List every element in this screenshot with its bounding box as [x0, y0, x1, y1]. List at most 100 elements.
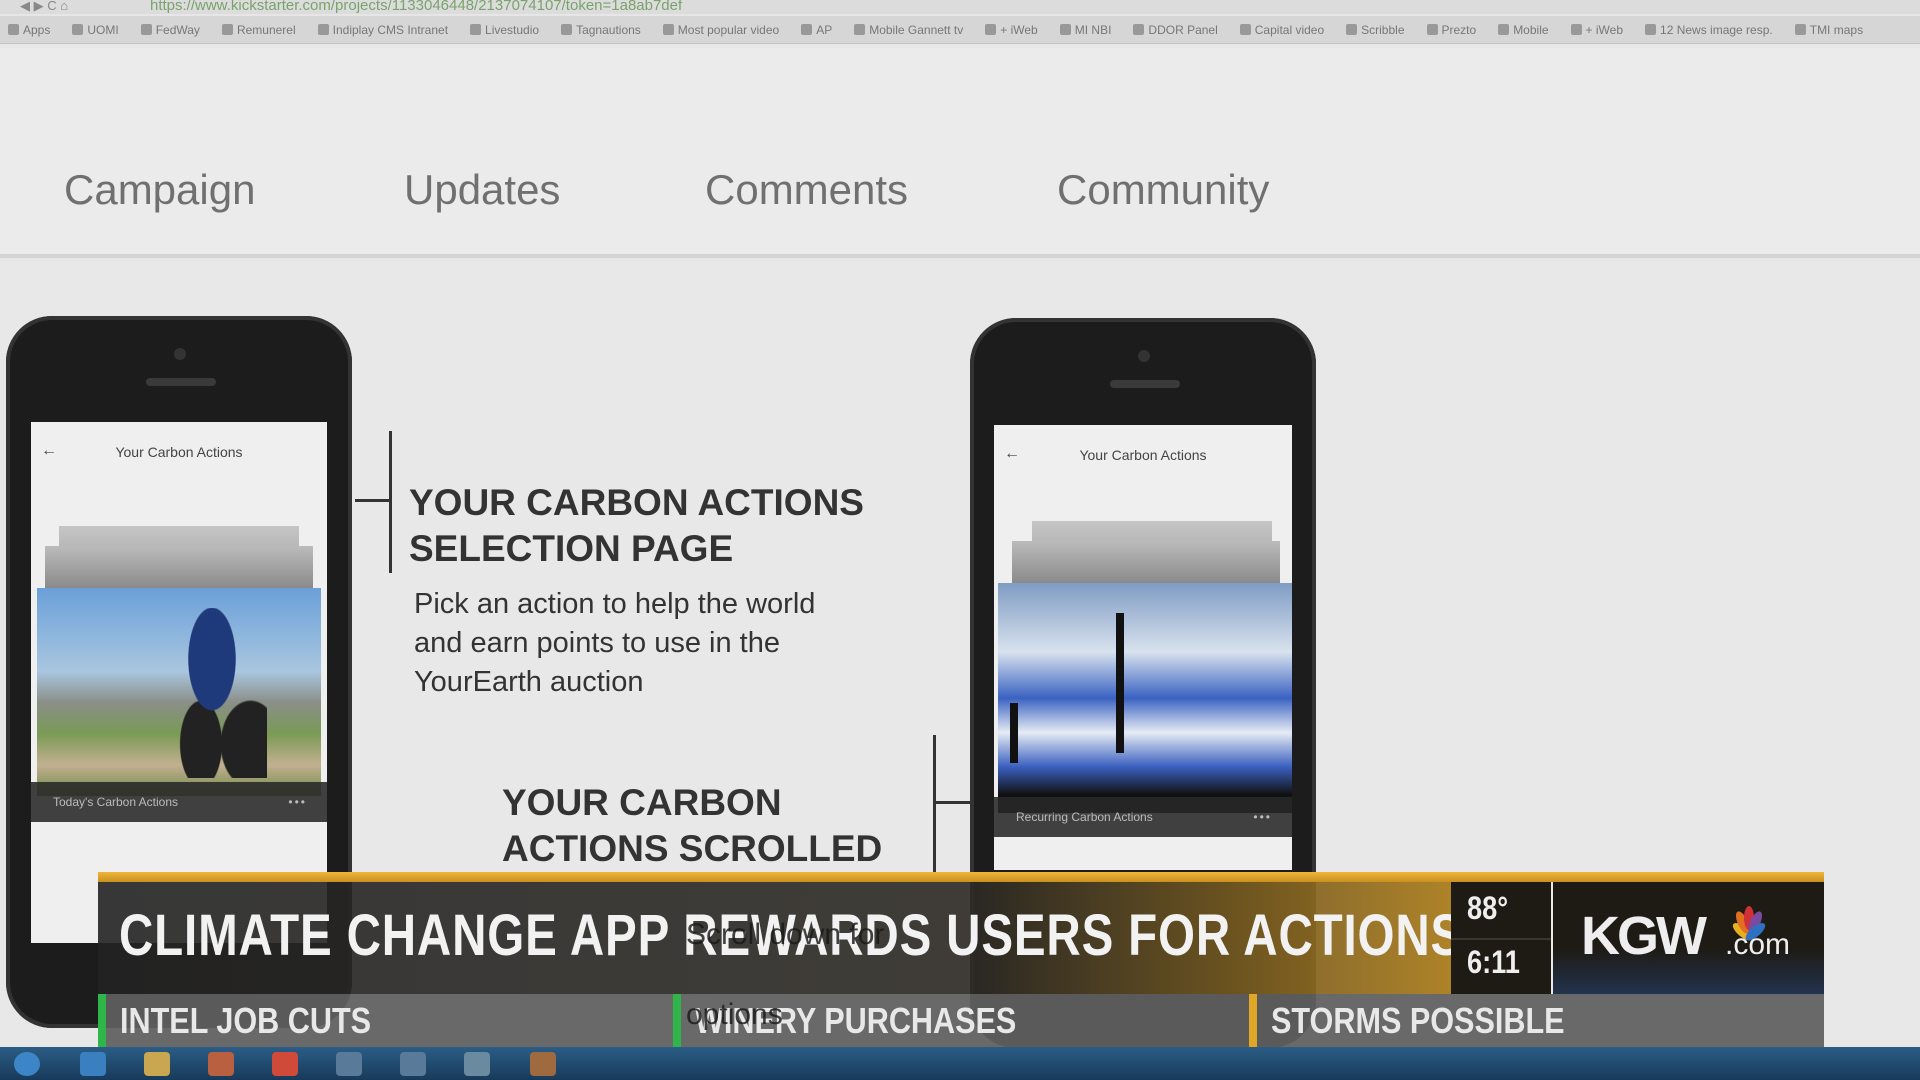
more-icon[interactable]: ••• — [288, 782, 307, 822]
bookmark-item[interactable]: + iWeb — [985, 22, 1038, 37]
bookmark-item[interactable]: Indiplay CMS Intranet — [317, 22, 449, 37]
bookmark-label: Apps — [23, 22, 51, 37]
bookmark-icon — [221, 24, 233, 35]
bookmark-item[interactable]: Mobile — [1498, 22, 1549, 37]
bookmark-label: Scribble — [1361, 22, 1405, 37]
bookmark-item[interactable]: Prezto — [1426, 23, 1476, 37]
bookmark-label: AP — [816, 22, 833, 37]
bookmark-label: UOMI — [87, 22, 119, 37]
lower-third-accent — [98, 872, 1824, 882]
bookmark-label: Capital video — [1254, 22, 1325, 37]
bookmark-icon — [1059, 24, 1071, 35]
section-heading-selection: YOUR CARBON ACTIONS SELECTION PAGE — [409, 482, 864, 569]
chrome-icon[interactable] — [272, 1052, 298, 1076]
bookmark-label: MI NBI — [1074, 22, 1112, 37]
address-bar[interactable]: ◀ ▶ C ⌂ https://www.kickstarter.com/proje… — [0, 0, 1920, 14]
bookmark-icon — [985, 24, 997, 35]
weather-time-box: 88° 6:11 — [1451, 882, 1551, 994]
bookmark-item[interactable]: Remunerel — [221, 22, 296, 37]
bookmark-label: Mobile — [1513, 22, 1549, 37]
bookmark-label: + iWeb — [1000, 22, 1038, 37]
bookmark-item[interactable]: Tagnautions — [561, 23, 641, 37]
bookmark-item[interactable]: Apps — [8, 23, 50, 37]
bookmark-icon — [1498, 24, 1510, 35]
bookmark-item[interactable]: MI NBI — [1059, 22, 1112, 37]
ticker-item: STORMS POSSIBLE — [1249, 994, 1616, 1047]
bookmark-label: Livestudio — [485, 22, 540, 37]
bookmark-icon — [1794, 24, 1806, 35]
app-icon[interactable] — [530, 1052, 556, 1076]
bookmark-icon — [317, 24, 329, 35]
bookmark-item[interactable]: UOMI — [72, 22, 119, 37]
bookmark-icon — [8, 24, 19, 35]
bookmark-item[interactable]: DDOR Panel — [1133, 22, 1218, 37]
section-body-selection: Pick an action to help the world and earn… — [414, 588, 816, 698]
folder-icon[interactable] — [144, 1052, 170, 1076]
start-button-icon[interactable] — [14, 1052, 40, 1076]
bookmark-label: DDOR Panel — [1148, 22, 1218, 37]
bookmark-icon — [1645, 24, 1657, 35]
temperature: 88° — [1467, 890, 1509, 926]
phone-screen: ← Your Carbon Actions Recurring Carbon A… — [994, 425, 1292, 870]
phone-screen: ← Your Carbon Actions Today's Carbon Act… — [31, 422, 327, 943]
screen-title: Your Carbon Actions — [115, 444, 243, 460]
bookmark-label: TMI maps — [1809, 22, 1864, 37]
bookmark-label: Indiplay CMS Intranet — [332, 22, 449, 37]
media-icon[interactable] — [208, 1052, 234, 1076]
recurring-actions-card[interactable]: Recurring Carbon Actions ••• — [994, 797, 1292, 837]
bookmark-icon — [72, 24, 84, 35]
windows-taskbar — [0, 1047, 1920, 1080]
ie-icon[interactable] — [80, 1052, 106, 1076]
smokestack-image — [998, 583, 1292, 813]
bookmark-item[interactable]: TMI maps — [1794, 22, 1864, 37]
bookmark-item[interactable]: FedWay — [140, 22, 200, 37]
bookmark-icon — [1239, 24, 1251, 35]
bookmark-item[interactable]: Capital video — [1239, 22, 1325, 37]
nav-buttons[interactable]: ◀ ▶ C ⌂ — [20, 0, 68, 12]
bookmark-icon — [801, 24, 813, 35]
tab-comments[interactable]: Comments — [705, 166, 908, 214]
project-tabs: Campaign Updates Comments Community — [0, 48, 1920, 258]
app-icon[interactable] — [336, 1052, 362, 1076]
cyclist-image — [37, 588, 321, 796]
bookmark-icon — [561, 24, 573, 35]
bookmark-item[interactable]: Most popular video — [662, 23, 779, 37]
bookmark-icon — [1346, 24, 1358, 35]
bracket-line — [389, 431, 392, 573]
screen-title: Your Carbon Actions — [1079, 447, 1207, 463]
more-icon[interactable]: ••• — [1253, 797, 1272, 837]
app-icon[interactable] — [464, 1052, 490, 1076]
bookmark-icon — [854, 24, 866, 35]
nbc-peacock-icon: KGW .com — [1581, 906, 1790, 966]
bookmark-item[interactable]: Scribble — [1346, 22, 1405, 37]
bookmark-item[interactable]: Mobile Gannett tv — [854, 23, 963, 37]
svg-text:KGW: KGW — [1581, 906, 1707, 966]
todays-actions-card[interactable]: Today's Carbon Actions ••• — [31, 782, 327, 822]
bookmark-item[interactable]: 12 News image resp. — [1645, 23, 1773, 37]
bookmark-label: Remunerel — [236, 22, 296, 37]
tab-community[interactable]: Community — [1057, 166, 1269, 214]
bookmark-icon — [1426, 24, 1438, 35]
tab-updates[interactable]: Updates — [404, 166, 560, 214]
section-heading-scrolled: YOUR CARBON ACTIONS SCROLLED — [502, 782, 883, 869]
bookmark-label: FedWay — [155, 22, 200, 37]
url-text: https://www.kickstarter.com/projects/113… — [150, 0, 683, 14]
bookmark-label: Mobile Gannett tv — [869, 22, 964, 37]
kgw-logo: KGW .com — [1553, 882, 1824, 994]
tab-campaign[interactable]: Campaign — [64, 166, 255, 214]
bookmark-label: Tagnautions — [576, 22, 641, 37]
bracket-line — [933, 735, 936, 875]
bookmark-icon — [140, 24, 152, 35]
bookmark-icon — [662, 24, 674, 35]
bookmark-item[interactable]: Livestudio — [470, 23, 539, 37]
news-ticker: INTEL JOB CUTS WINERY PURCHASES STORMS P… — [98, 994, 1824, 1047]
bookmark-icon — [470, 24, 482, 35]
bookmark-icon — [1570, 24, 1582, 35]
bookmark-label: 12 News image resp. — [1660, 22, 1773, 37]
bookmark-label: + iWeb — [1585, 22, 1624, 37]
bookmark-item[interactable]: AP — [801, 23, 832, 37]
section-body-scrolled: Scroll down for options — [686, 918, 885, 1031]
bookmark-item[interactable]: + iWeb — [1570, 22, 1624, 37]
bookmark-icon — [1133, 24, 1145, 35]
app-icon[interactable] — [400, 1052, 426, 1076]
